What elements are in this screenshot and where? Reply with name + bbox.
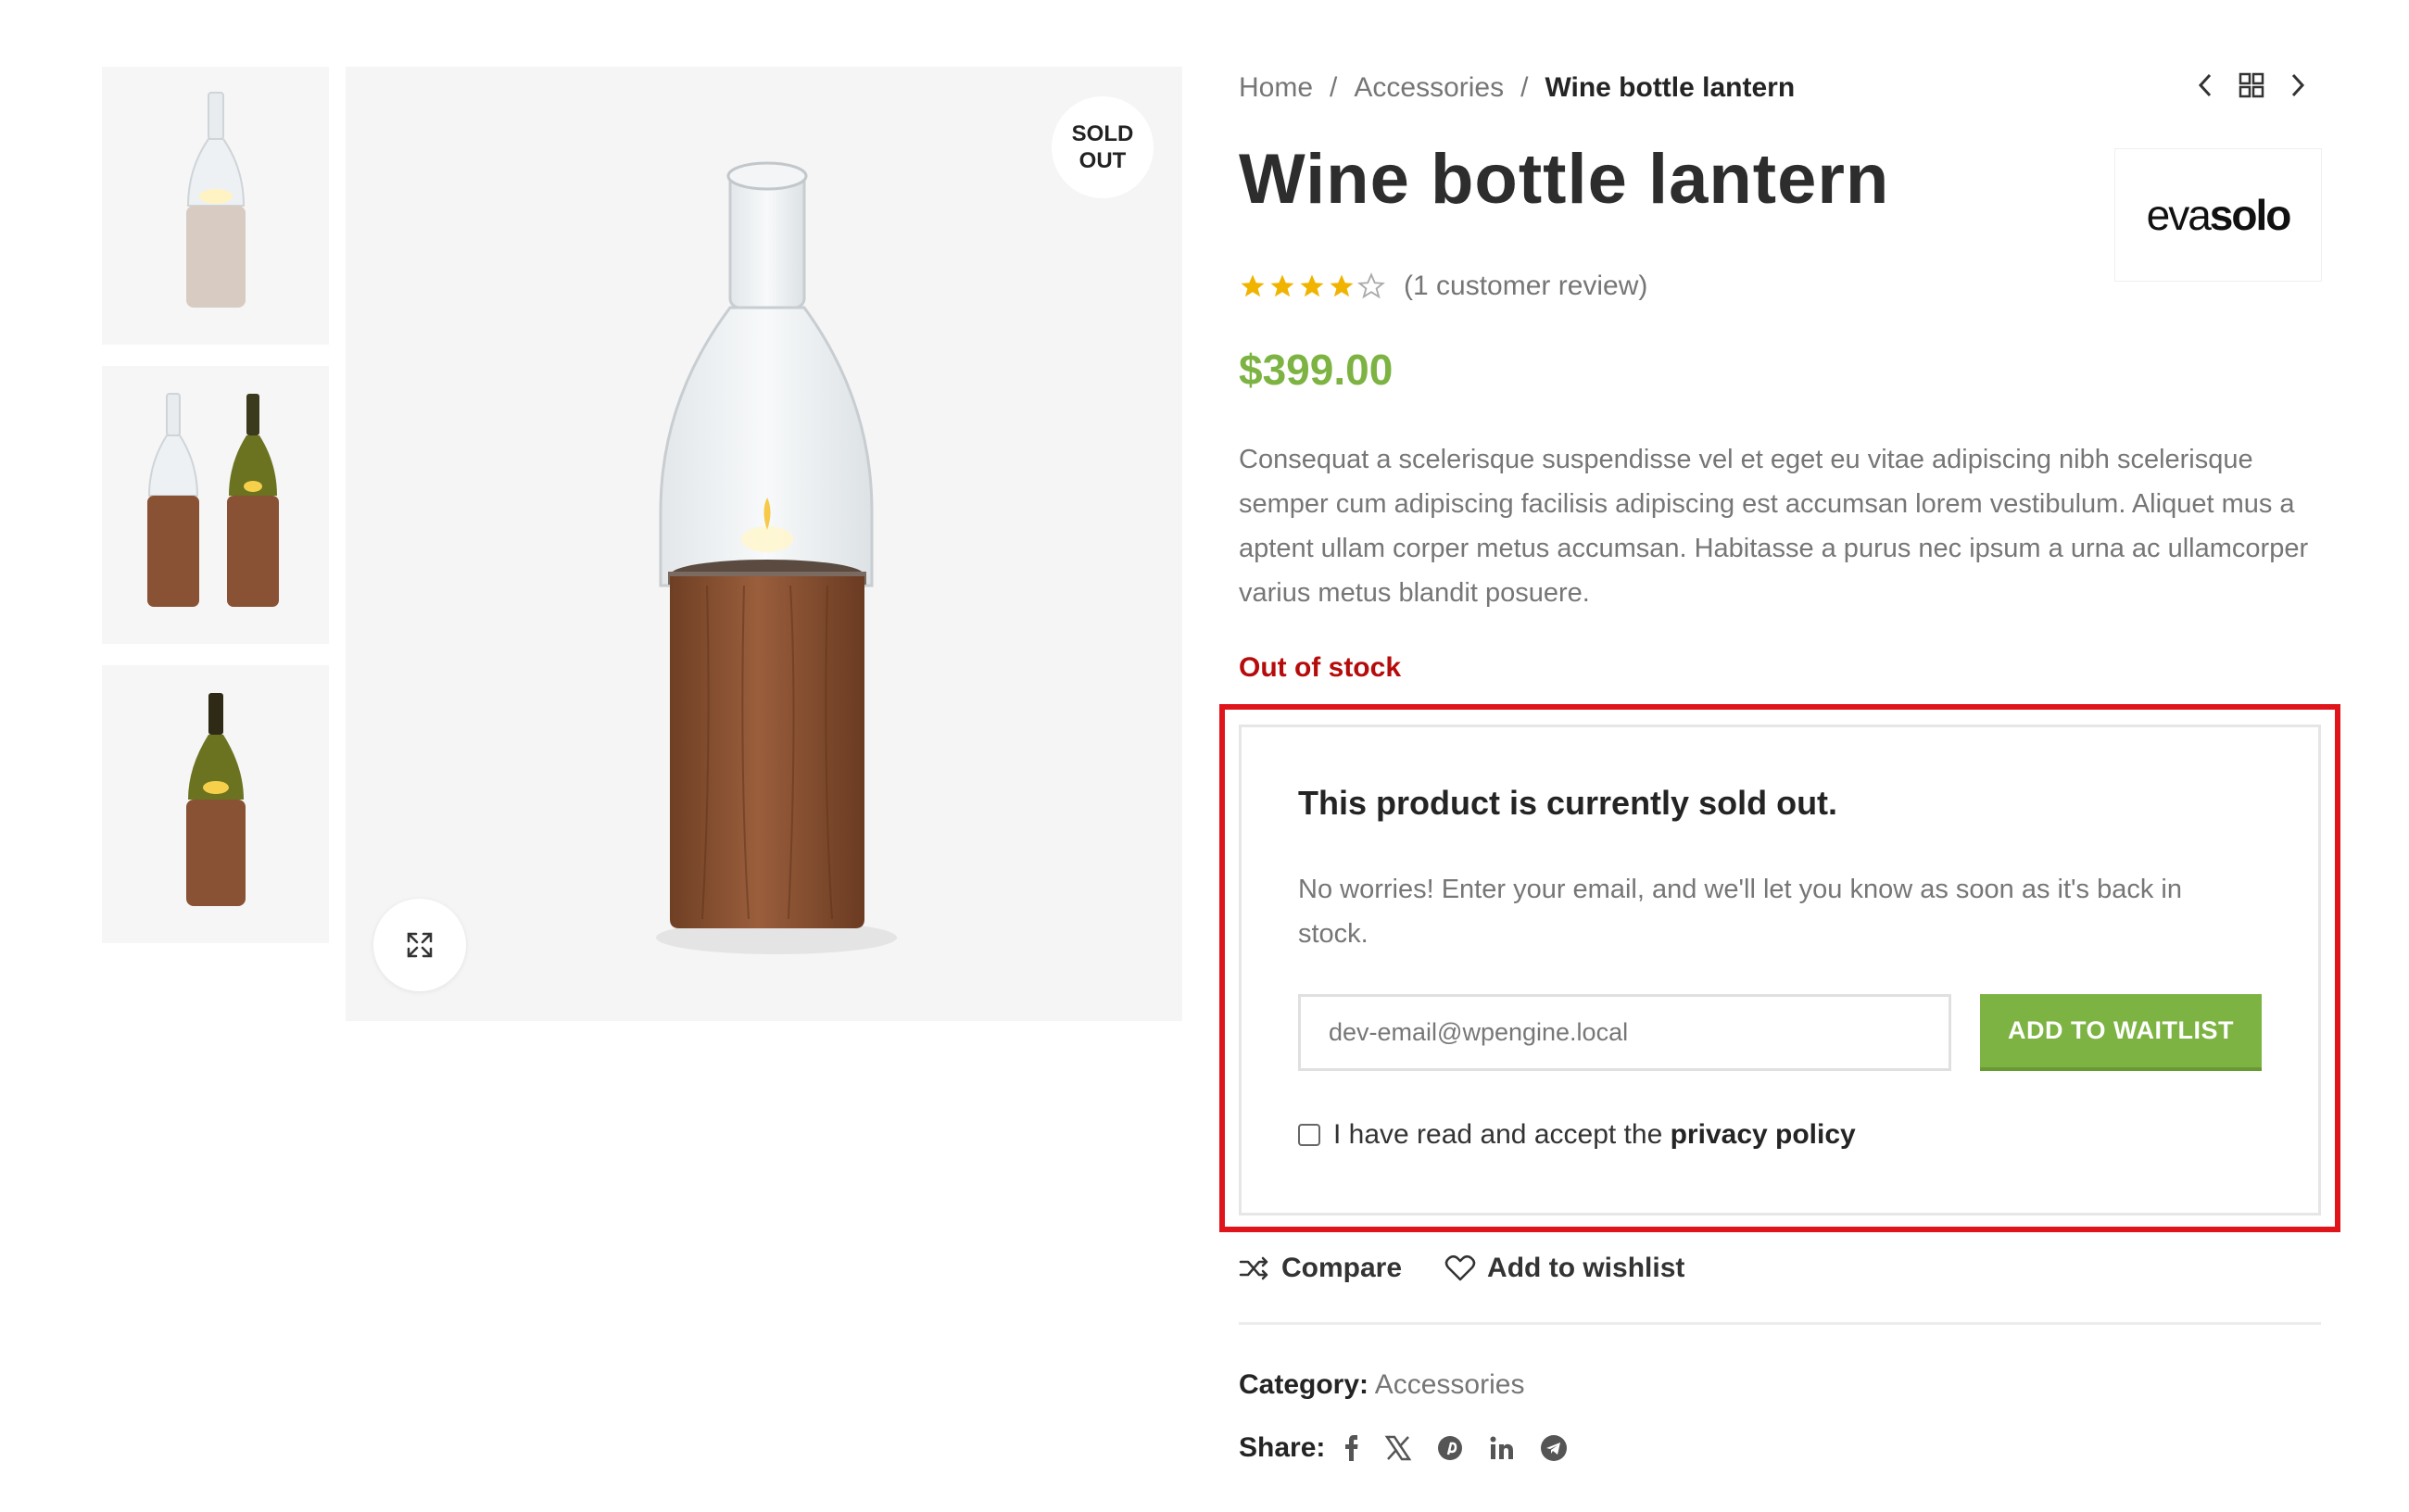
product-price: $399.00 bbox=[1239, 346, 1394, 394]
privacy-checkbox[interactable] bbox=[1298, 1124, 1320, 1146]
compare-label: Compare bbox=[1281, 1253, 1403, 1283]
pinterest-icon[interactable] bbox=[1436, 1434, 1464, 1462]
grid-view-icon[interactable] bbox=[2239, 72, 2264, 98]
thumbnail-1[interactable] bbox=[102, 67, 329, 345]
brand-logo-text: eva bbox=[2146, 191, 2212, 239]
thumbnail-3[interactable] bbox=[102, 665, 329, 943]
badge-line-2: OUT bbox=[1078, 148, 1127, 173]
product-navigation bbox=[2196, 72, 2307, 98]
product-rating: (1 customer review) bbox=[1239, 271, 1647, 302]
share-row: Share: bbox=[1239, 1432, 1568, 1464]
star-filled-icon bbox=[1241, 274, 1265, 297]
category-label: Category: bbox=[1239, 1369, 1369, 1400]
privacy-policy-link[interactable]: privacy policy bbox=[1671, 1119, 1856, 1150]
star-filled-icon bbox=[1300, 274, 1324, 297]
expand-image-button[interactable] bbox=[373, 899, 466, 991]
brand-logo-text-bold: solo bbox=[2209, 191, 2292, 239]
add-to-wishlist-button[interactable]: Add to wishlist bbox=[1444, 1253, 1684, 1284]
breadcrumb-category[interactable]: Accessories bbox=[1354, 72, 1504, 104]
product-description: Consequat a scelerisque suspendisse vel … bbox=[1239, 445, 2309, 608]
customer-review-link[interactable]: (1 customer review) bbox=[1404, 271, 1647, 302]
breadcrumb-current: Wine bottle lantern bbox=[1545, 72, 1796, 103]
facebook-icon[interactable] bbox=[1343, 1434, 1360, 1462]
badge-line-1: SOLD bbox=[1071, 121, 1134, 146]
breadcrumb-separator: / bbox=[1520, 72, 1529, 103]
star-filled-icon bbox=[1330, 274, 1354, 297]
telegram-icon[interactable] bbox=[1540, 1434, 1568, 1462]
rating-stars bbox=[1239, 272, 1385, 300]
share-label: Share: bbox=[1239, 1432, 1326, 1463]
category-link[interactable]: Accessories bbox=[1375, 1369, 1525, 1400]
previous-product-icon[interactable] bbox=[2196, 72, 2214, 98]
brand-logo[interactable]: eva solo bbox=[2114, 148, 2322, 282]
star-filled-icon bbox=[1270, 274, 1294, 297]
divider bbox=[1239, 1322, 2321, 1325]
privacy-consent-row: I have read and accept the privacy polic… bbox=[1298, 1119, 1856, 1151]
waitlist-title: This product is currently sold out. bbox=[1298, 784, 1838, 822]
stock-status: Out of stock bbox=[1239, 652, 1402, 683]
lantern-pair-image bbox=[146, 393, 279, 607]
waitlist-message: No worries! Enter your email, and we'll … bbox=[1298, 875, 2182, 949]
privacy-label-text: I have read and accept the bbox=[1333, 1119, 1663, 1150]
breadcrumb-home[interactable]: Home bbox=[1239, 72, 1313, 104]
main-product-image[interactable] bbox=[346, 67, 1182, 1021]
shuffle-icon bbox=[1239, 1256, 1268, 1280]
expand-icon bbox=[407, 932, 433, 958]
waitlist-email-input[interactable] bbox=[1298, 994, 1951, 1071]
breadcrumb: Home / Accessories / Wine bottle lantern bbox=[1239, 72, 1795, 104]
product-actions: Compare Add to wishlist bbox=[1239, 1253, 1684, 1284]
wishlist-label: Add to wishlist bbox=[1487, 1253, 1685, 1283]
add-to-waitlist-button[interactable]: ADD TO WAITLIST bbox=[1980, 994, 2262, 1071]
x-icon[interactable] bbox=[1384, 1434, 1412, 1462]
sold-out-badge: SOLD OUT bbox=[1052, 96, 1154, 198]
star-empty-icon bbox=[1357, 272, 1385, 299]
compare-button[interactable]: Compare bbox=[1239, 1253, 1402, 1284]
next-product-icon[interactable] bbox=[2289, 72, 2307, 98]
heart-icon bbox=[1444, 1255, 1476, 1281]
lantern-green-image bbox=[185, 693, 246, 906]
lantern-image bbox=[185, 92, 246, 308]
product-category: Category: Accessories bbox=[1239, 1369, 1524, 1401]
thumbnail-2[interactable] bbox=[102, 366, 329, 644]
wine-bottle-lantern-image bbox=[656, 161, 897, 954]
product-title: Wine bottle lantern bbox=[1239, 140, 1890, 219]
breadcrumb-separator: / bbox=[1330, 72, 1338, 103]
privacy-label: I have read and accept the privacy polic… bbox=[1333, 1119, 1856, 1151]
linkedin-icon[interactable] bbox=[1488, 1434, 1516, 1462]
